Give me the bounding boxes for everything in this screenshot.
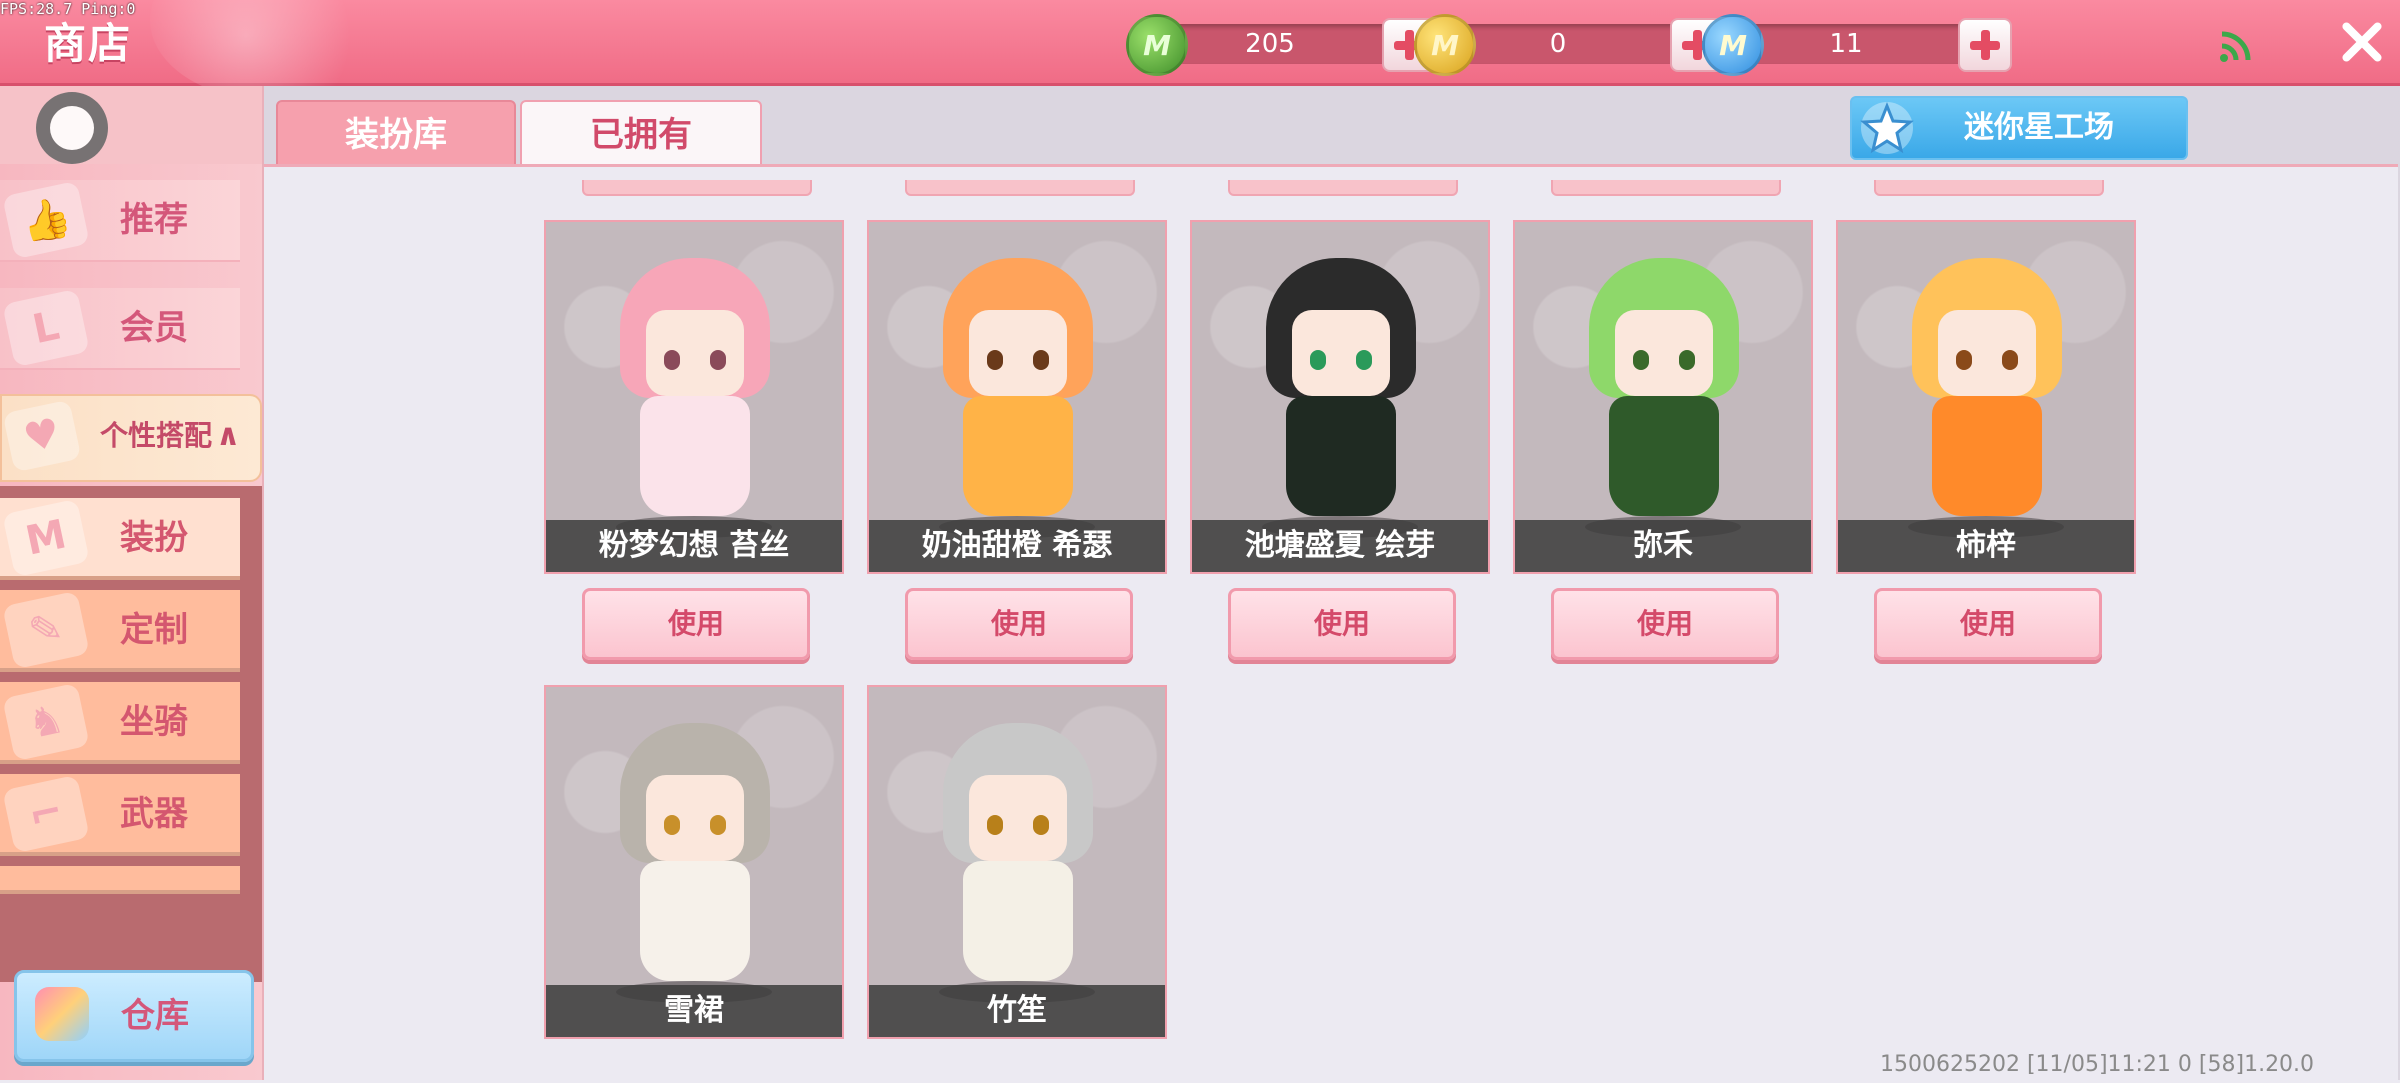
sidebar-item-label: 装扮 [120,518,188,558]
outfit-name: 弥禾 [1515,520,1811,572]
sidebar-item-label: 坐骑 [120,702,188,742]
outfit-card[interactable]: 弥禾 [1513,220,1813,574]
sidebar-group-label: 个性搭配 [100,419,213,452]
sidebar-item-custom[interactable]: ✎ 定制 [0,590,240,672]
signal-icon [2220,31,2251,62]
add-blue-currency-button[interactable] [1958,18,2012,72]
outfit-card[interactable]: 池塘盛夏 绘芽 [1190,220,1490,574]
heart-icon: ♥ [2,399,82,473]
gun-icon: ⌐ [2,774,90,854]
vip-card-icon: L [2,288,90,368]
outfit-figure [1898,240,2074,538]
use-button[interactable]: 使用 [1228,588,1456,660]
use-button[interactable]: 使用 [905,588,1133,660]
sidebar-item-mount[interactable]: ♞ 坐骑 [0,682,240,764]
outfit-name: 粉梦幻想 苔丝 [546,520,842,572]
use-button-partial[interactable] [1228,180,1458,196]
currency-green-value: 205 [1245,29,1295,59]
outfit-card[interactable]: 雪裙 [544,685,844,1039]
use-button-partial[interactable] [905,180,1135,196]
use-button-partial[interactable] [582,180,812,196]
page-title: 商店 [44,19,133,68]
fps-ping-readout: FPS:28.7 Ping:0 [0,0,136,18]
blue-coin-icon: M [1702,14,1764,76]
mount-icon: ♞ [2,682,90,762]
gold-coin-icon: M [1414,14,1476,76]
outfit-card[interactable]: 奶油甜橙 希瑟 [867,220,1167,574]
workshop-label: 迷你星工场 [1964,110,2114,145]
use-button[interactable]: 使用 [582,588,810,660]
chevron-up-icon: ∧ [216,418,241,453]
warehouse-label: 仓库 [121,996,189,1036]
thumbs-up-icon: 👍 [2,180,90,260]
outfit-figure [929,240,1105,538]
outfit-figure [606,240,782,538]
tab-owned[interactable]: 已拥有 [520,100,762,170]
outfit-card[interactable]: 竹笙 [867,685,1167,1039]
sidebar-item-dressup[interactable]: M 装扮 [0,498,240,580]
outfit-figure [1252,240,1428,538]
sidebar-item-weapon[interactable]: ⌐ 武器 [0,774,240,856]
sidebar-group-style[interactable]: ♥ 个性搭配 ∧ [0,394,262,482]
outfit-name: 柿梓 [1838,520,2134,572]
use-button[interactable]: 使用 [1874,588,2102,660]
outfit-name: 雪裙 [546,985,842,1037]
warehouse-icon [35,987,89,1041]
brush-icon: ✎ [2,590,90,670]
outfit-figure [606,705,782,1003]
sidebar-item-partial[interactable] [0,866,240,894]
currency-gold-value: 0 [1549,29,1567,59]
warehouse-button[interactable]: 仓库 [14,970,254,1062]
use-button-partial[interactable] [1551,180,1781,196]
use-button[interactable]: 使用 [1551,588,1779,660]
green-gem-coin-icon: M [1126,14,1188,76]
outfit-name: 奶油甜橙 希瑟 [869,520,1165,572]
top-bar: 商店 205 M 0 M 11 M [0,0,2400,100]
outfit-card[interactable]: 柿梓 [1836,220,2136,574]
sidebar-item-recommend[interactable]: 👍 推荐 [0,180,240,262]
outfit-name: 池塘盛夏 绘芽 [1192,520,1488,572]
use-button-partial[interactable] [1874,180,2104,196]
sidebar-item-label: 会员 [120,308,188,348]
floating-joystick-button[interactable] [36,92,108,164]
build-info: 1500625202 [11/05]11:21 0 [58]1.20.0 [1880,1052,2315,1077]
outfit-card[interactable]: 粉梦幻想 苔丝 [544,220,844,574]
tab-wardrobe[interactable]: 装扮库 [276,100,516,170]
sidebar-item-vip[interactable]: L 会员 [0,288,240,370]
mini-star-workshop-button[interactable]: 迷你星工场 [1850,96,2188,160]
sidebar-item-label: 推荐 [120,200,188,240]
sidebar-item-label: 武器 [120,794,188,834]
currency-blue-value: 11 [1829,29,1863,59]
shirt-icon: M [2,498,90,578]
header-decoration [150,0,390,100]
outfit-figure [1575,240,1751,538]
sidebar-item-label: 定制 [120,610,188,650]
close-icon[interactable] [2332,12,2392,72]
outfit-figure [929,705,1105,1003]
outfit-name: 竹笙 [869,985,1165,1037]
